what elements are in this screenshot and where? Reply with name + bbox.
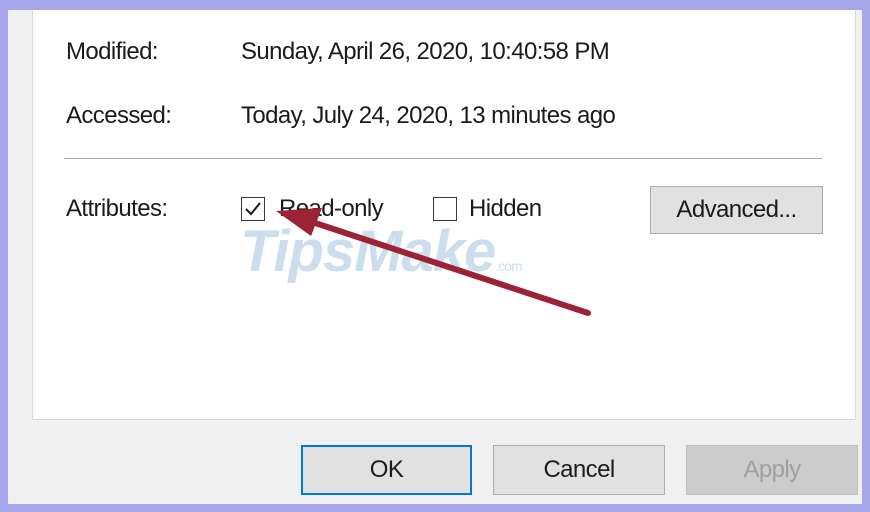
ok-button[interactable]: OK	[301, 445, 472, 495]
red-arrow-icon	[276, 208, 591, 316]
apply-button[interactable]: Apply	[686, 445, 858, 495]
cancel-button[interactable]: Cancel	[493, 445, 665, 495]
